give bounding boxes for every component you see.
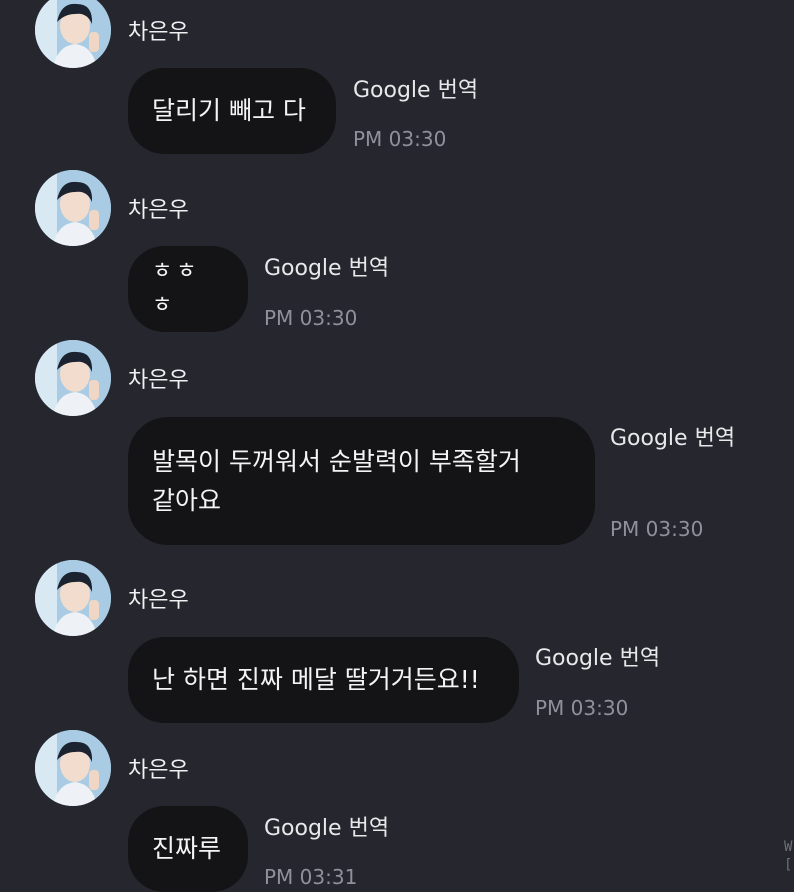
edge-overlay-text: W [ — [784, 839, 793, 874]
message-timestamp: PM 03:30 — [264, 306, 358, 330]
message-bubble[interactable]: 달리기 빼고 다 — [128, 68, 336, 154]
avatar-photo-icon — [35, 730, 111, 806]
message-timestamp: PM 03:30 — [353, 127, 447, 151]
google-translate-link[interactable]: Google 번역 — [353, 80, 478, 102]
message-timestamp: PM 03:31 — [264, 865, 358, 889]
avatar-photo-icon — [35, 340, 111, 416]
google-translate-link[interactable]: Google 번역 — [264, 818, 389, 840]
avatar[interactable] — [35, 730, 111, 806]
message-bubble[interactable]: ㅎㅎㅎ — [128, 246, 248, 332]
sender-name: 차은우 — [128, 588, 189, 613]
avatar[interactable] — [35, 0, 111, 68]
message-bubble[interactable]: 발목이 두꺼워서 순발력이 부족할거 같아요 — [128, 417, 595, 545]
avatar-photo-icon — [35, 170, 111, 246]
message-timestamp: PM 03:30 — [535, 696, 629, 720]
sender-name: 차은우 — [128, 198, 189, 223]
message-bubble[interactable]: 진짜루 — [128, 806, 248, 892]
google-translate-link[interactable]: Google 번역 — [535, 648, 660, 670]
avatar[interactable] — [35, 340, 111, 416]
message-bubble[interactable]: 난 하면 진짜 메달 딸거거든요!! — [128, 637, 519, 723]
sender-name: 차은우 — [128, 758, 189, 783]
avatar[interactable] — [35, 560, 111, 636]
avatar-photo-icon — [35, 560, 111, 636]
avatar-photo-icon — [35, 0, 111, 68]
sender-name: 차은우 — [128, 368, 189, 393]
google-translate-link[interactable]: Google 번역 — [264, 258, 389, 280]
google-translate-link[interactable]: Google 번역 — [610, 428, 735, 450]
avatar[interactable] — [35, 170, 111, 246]
sender-name: 차은우 — [128, 20, 189, 45]
message-timestamp: PM 03:30 — [610, 517, 704, 541]
